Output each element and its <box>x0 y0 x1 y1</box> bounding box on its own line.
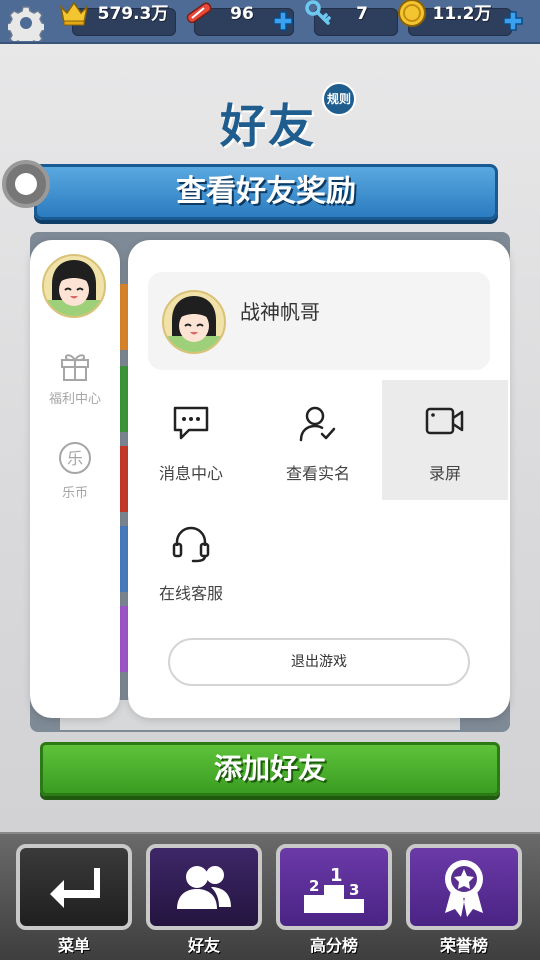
le-coin-label: 乐币 <box>61 486 88 501</box>
resource-bar: 579.3万 96 7 11.2万 <box>0 0 540 44</box>
svg-text:1: 1 <box>330 865 343 886</box>
nav-leaderboard-label: 高分榜 <box>309 936 358 955</box>
podium-icon: 1 2 3 <box>304 865 364 913</box>
coin-value: 11.2万 <box>432 4 492 24</box>
le-coin-item[interactable]: 乐 乐币 <box>30 440 120 501</box>
gear-icon[interactable] <box>8 5 44 41</box>
key-value: 7 <box>356 4 368 24</box>
le-coin-icon: 乐 <box>59 442 91 474</box>
avatar[interactable] <box>42 254 106 318</box>
message-center-label: 消息中心 <box>158 464 223 483</box>
key-icon <box>305 0 331 25</box>
floating-menu-toggle[interactable] <box>2 160 50 208</box>
user-verified-icon <box>299 406 336 442</box>
nav-honors-label: 荣誉榜 <box>439 936 488 955</box>
add-tickets-plus-icon[interactable] <box>272 10 294 32</box>
view-real-name-button[interactable]: 查看实名 <box>255 380 381 500</box>
skateboard-icon <box>186 2 212 24</box>
chat-bubble-icon <box>173 406 209 440</box>
online-support-label: 在线客服 <box>158 584 223 603</box>
view-friend-rewards-button[interactable]: 查看好友奖励 <box>34 164 498 220</box>
svg-text:乐: 乐 <box>67 449 83 468</box>
award-badge-icon <box>445 860 483 917</box>
nav-friends-button[interactable] <box>146 844 262 930</box>
exit-game-button[interactable]: 退出游戏 <box>168 638 470 686</box>
friends-icon <box>177 866 231 909</box>
headset-icon <box>172 526 210 563</box>
rules-button[interactable]: 规则 <box>322 82 356 116</box>
nav-menu-label: 菜单 <box>57 936 90 955</box>
avatar <box>162 290 226 354</box>
user-name: 战神帆哥 <box>240 300 320 324</box>
view-real-name-label: 查看实名 <box>285 464 350 483</box>
screen-record-label: 录屏 <box>428 464 461 483</box>
crown-icon <box>59 1 89 26</box>
page-title: 好友 <box>220 99 316 153</box>
online-support-button[interactable]: 在线客服 <box>128 500 254 620</box>
screen-record-button[interactable]: 录屏 <box>382 380 508 500</box>
coin-icon <box>398 0 426 27</box>
welfare-center-label: 福利中心 <box>48 392 101 407</box>
crown-value: 579.3万 <box>97 4 169 24</box>
nav-menu-button[interactable] <box>16 844 132 930</box>
svg-text:2: 2 <box>309 877 319 895</box>
message-center-button[interactable]: 消息中心 <box>128 380 254 500</box>
add-friend-button[interactable]: 添加好友 <box>40 742 500 796</box>
svg-text:3: 3 <box>349 881 359 899</box>
video-camera-icon <box>425 407 464 435</box>
nav-honors-button[interactable] <box>406 844 522 930</box>
nav-leaderboard-button[interactable]: 1 2 3 <box>276 844 392 930</box>
add-coins-plus-icon[interactable] <box>502 10 524 32</box>
nav-friends-label: 好友 <box>187 936 220 955</box>
gift-icon <box>61 354 89 381</box>
welfare-center-item[interactable]: 福利中心 <box>30 348 120 407</box>
ticket-value: 96 <box>230 4 254 24</box>
back-arrow-icon <box>50 868 100 908</box>
